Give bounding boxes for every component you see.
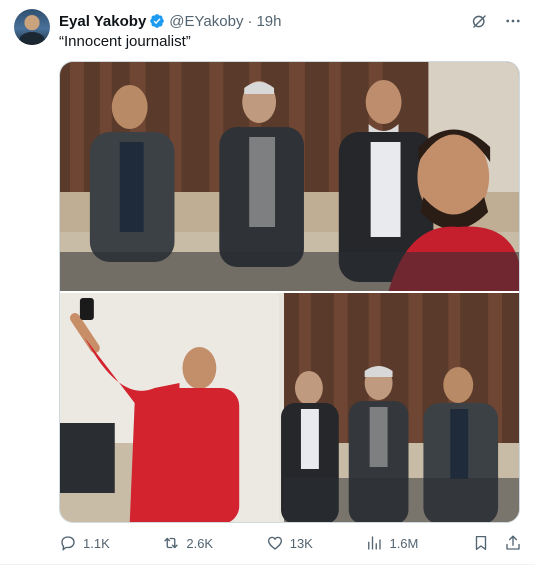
tweet-time[interactable]: 19h <box>256 13 281 30</box>
share-actions <box>471 533 523 553</box>
repost-button[interactable]: 2.6K <box>162 534 213 552</box>
tweet-header: Eyal Yakoby @EYakoby · 19h <box>59 11 281 31</box>
photo-top[interactable] <box>60 62 519 291</box>
separator-dot: · <box>247 12 253 30</box>
avatar-shoulders <box>19 32 45 45</box>
views-chart-icon <box>368 536 382 550</box>
author-handle[interactable]: @EYakoby <box>169 13 243 30</box>
like-count: 13K <box>289 535 313 551</box>
tweet-text: “Innocent journalist” <box>59 33 191 50</box>
media-grid[interactable] <box>59 61 520 523</box>
tweet-card[interactable]: Eyal Yakoby @EYakoby · 19h “Innocent jou… <box>0 0 535 565</box>
reply-button[interactable]: 1.1K <box>59 534 110 552</box>
avatar[interactable] <box>14 9 50 45</box>
like-button[interactable]: 13K <box>266 534 313 552</box>
more-icon[interactable] <box>503 11 523 31</box>
bookmark-icon[interactable] <box>471 533 491 553</box>
reply-icon <box>61 536 75 551</box>
photo-bottom[interactable] <box>60 293 519 522</box>
verified-badge-icon <box>149 13 165 29</box>
reply-count: 1.1K <box>83 535 110 551</box>
author-name[interactable]: Eyal Yakoby <box>59 13 146 30</box>
repost-count: 2.6K <box>186 535 214 551</box>
grok-icon[interactable] <box>469 11 489 31</box>
repost-icon <box>164 537 179 549</box>
heart-icon <box>267 536 282 550</box>
action-bar: 1.1K 2.6K 13K 1.6M <box>59 532 523 554</box>
views-count: 1.6M <box>389 535 419 551</box>
top-actions <box>469 11 523 31</box>
views-button[interactable]: 1.6M <box>365 534 418 552</box>
share-icon[interactable] <box>503 533 523 553</box>
